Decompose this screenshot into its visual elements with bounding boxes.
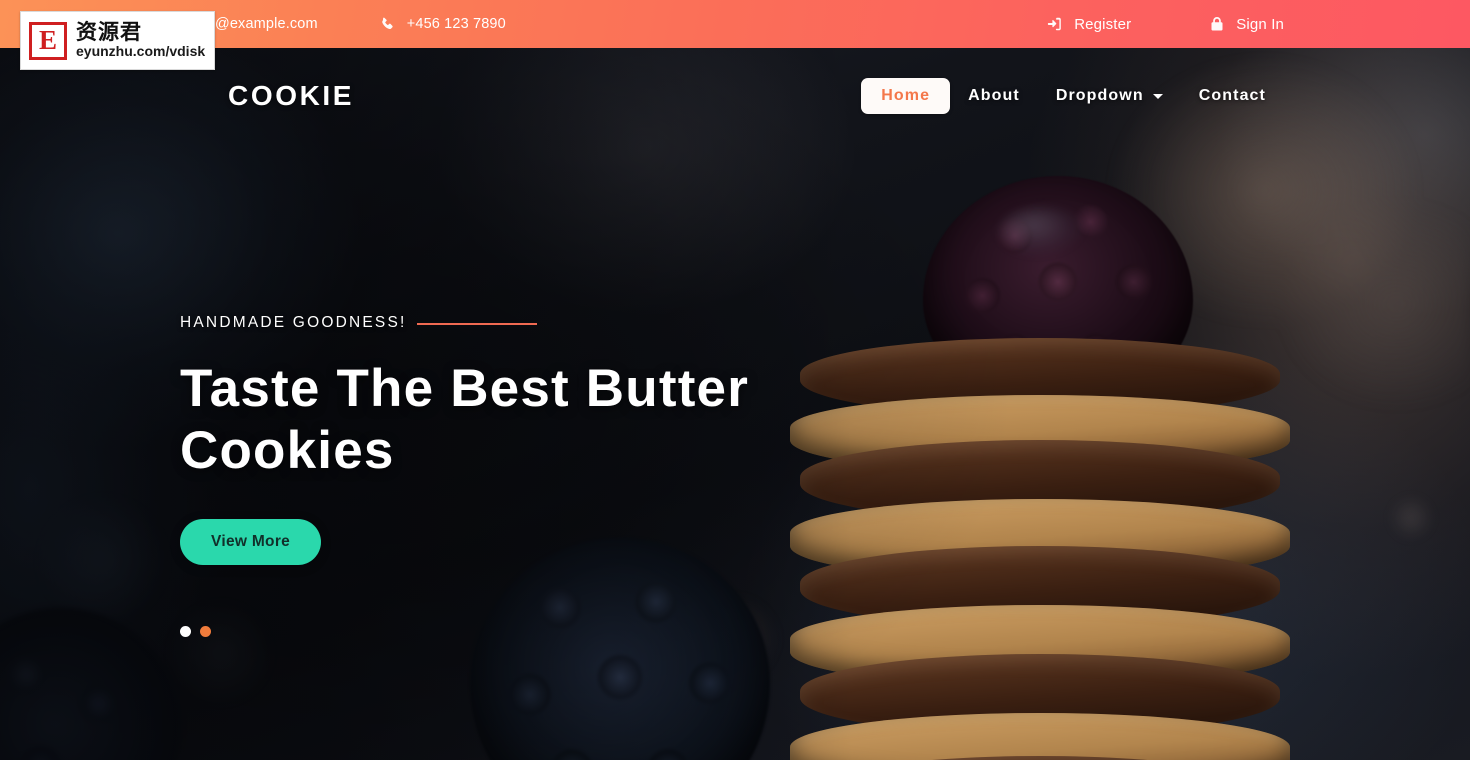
watermark-logo: E 资源君 eyunzhu.com/vdisk	[20, 11, 215, 70]
topbar-phone-text: +456 123 7890	[406, 16, 506, 32]
watermark-url: eyunzhu.com/vdisk	[76, 43, 206, 60]
page-root: HANDMADE GOODNESS! Taste The Best Butter…	[0, 0, 1470, 780]
hero-section: HANDMADE GOODNESS! Taste The Best Butter…	[0, 48, 1470, 760]
watermark-badge-icon: E	[29, 21, 67, 60]
slider-dots	[180, 625, 880, 637]
chevron-down-icon	[1152, 93, 1163, 99]
main-navbar: COOKIE Home About Dropdown Contact	[0, 48, 1470, 144]
top-utility-bar: info@example.com +456 123 7890 Register	[0, 0, 1470, 48]
signin-label: Sign In	[1236, 15, 1284, 33]
hero-title: Taste The Best Butter Cookies	[180, 359, 750, 480]
nav-item-contact[interactable]: Contact	[1181, 79, 1284, 113]
brand-logo[interactable]: COOKIE	[228, 82, 354, 110]
hero-eyebrow-rule	[416, 323, 537, 325]
slider-dot-2[interactable]	[200, 625, 211, 637]
lock-icon	[1210, 16, 1224, 32]
register-link[interactable]: Register	[1046, 16, 1131, 33]
signin-link[interactable]: Sign In	[1210, 16, 1284, 33]
slider-dot-1[interactable]	[180, 625, 191, 637]
watermark-text-group: 资源君 eyunzhu.com/vdisk	[76, 21, 205, 59]
nav-item-dropdown-label: Dropdown	[1055, 87, 1144, 104]
topbar-phone[interactable]: +456 123 7890	[380, 16, 506, 32]
register-label: Register	[1074, 15, 1132, 33]
hero-eyebrow: HANDMADE GOODNESS!	[180, 314, 880, 332]
watermark-brand-name: 资源君	[76, 20, 142, 45]
watermark-badge-letter: E	[38, 25, 57, 55]
view-more-button[interactable]: View More	[180, 519, 322, 565]
topbar-account-group: Register Sign In	[1046, 16, 1284, 33]
nav-item-home[interactable]: Home	[861, 78, 951, 114]
hero-eyebrow-text: HANDMADE GOODNESS!	[180, 314, 407, 331]
nav-item-dropdown[interactable]: Dropdown	[1038, 79, 1181, 113]
nav-menu: Home About Dropdown Contact	[861, 78, 1284, 114]
hero-content: HANDMADE GOODNESS! Taste The Best Butter…	[180, 314, 880, 637]
nav-item-about[interactable]: About	[950, 79, 1038, 113]
sign-in-arrow-icon	[1046, 16, 1062, 32]
phone-icon	[380, 17, 395, 32]
